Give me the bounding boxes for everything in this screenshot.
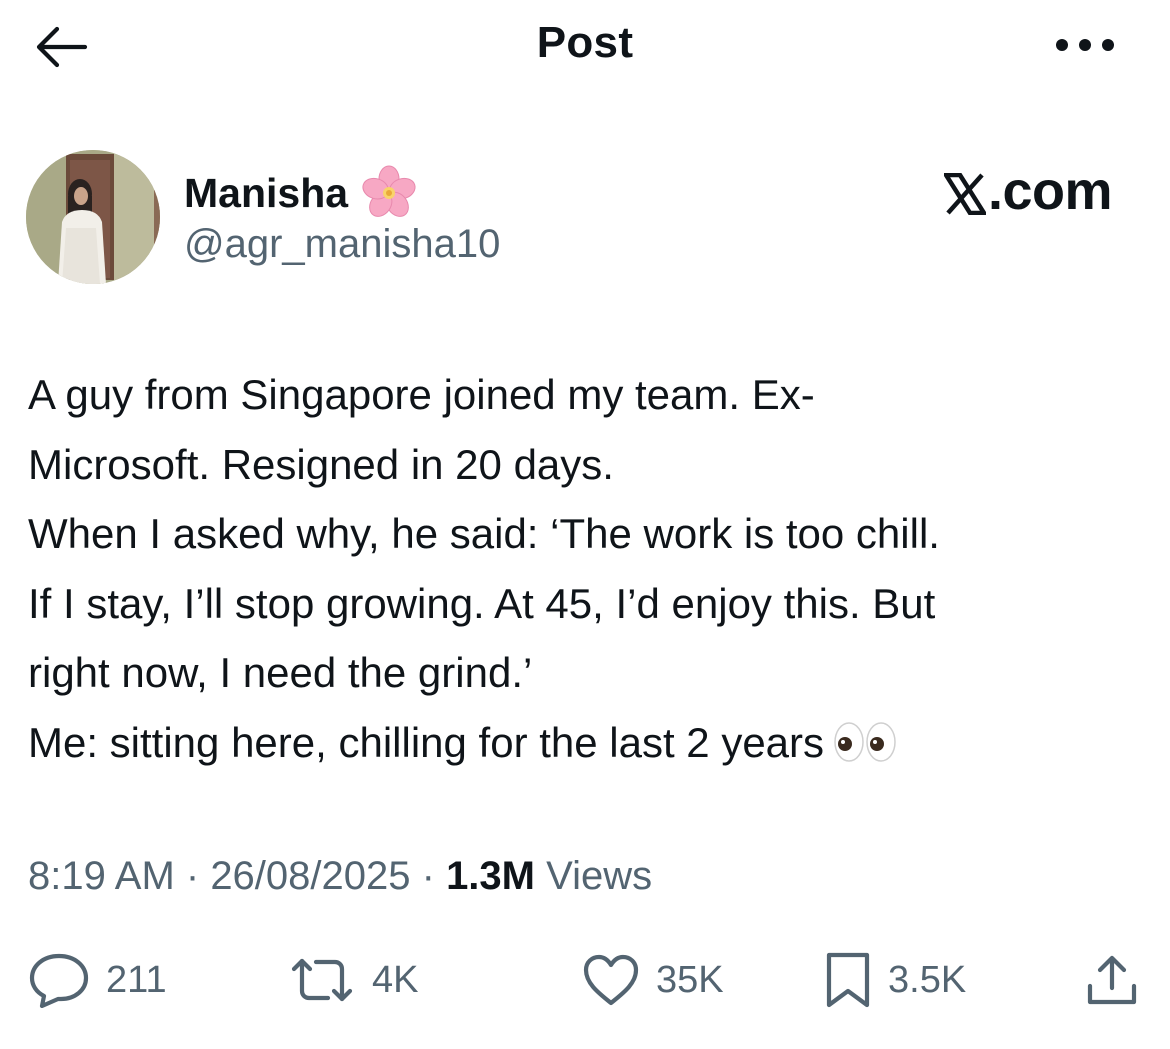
more-options-button[interactable]	[1052, 30, 1118, 60]
bookmark-button[interactable]: 3.5K	[824, 950, 966, 1010]
reply-button[interactable]: 211	[28, 950, 167, 1010]
bookmark-icon	[826, 952, 870, 1008]
eyes-icon	[834, 721, 896, 762]
repost-count: 4K	[372, 958, 419, 1001]
tweet-line-text: Me: sitting here, chilling for the last …	[28, 718, 825, 766]
repost-button[interactable]: 4K	[288, 950, 418, 1010]
avatar-photo	[26, 150, 160, 284]
bookmark-count: 3.5K	[888, 958, 967, 1001]
more-horizontal-icon	[1056, 39, 1114, 51]
meta-separator: ·	[174, 854, 211, 898]
heart-icon	[583, 954, 639, 1006]
views-label: Views	[546, 854, 653, 898]
like-count: 35K	[656, 958, 724, 1001]
tweet-line: A guy from Singapore joined my team. Ex-	[28, 371, 815, 418]
author-name[interactable]: Manisha	[184, 164, 418, 222]
cherry-blossom-icon	[362, 165, 416, 217]
avatar[interactable]	[26, 150, 160, 284]
author-name-text: Manisha	[184, 169, 349, 216]
tweet-line: If I stay, I’ll stop growing. At 45, I’d…	[28, 579, 936, 627]
tweet-text: A guy from Singapore joined my team. Ex-…	[28, 360, 1153, 777]
share-button[interactable]	[1082, 950, 1142, 1010]
reply-count: 211	[106, 958, 167, 1001]
author-handle[interactable]: @agr_manisha10	[184, 222, 500, 267]
reply-icon	[29, 953, 89, 1008]
meta-separator: ·	[410, 854, 447, 898]
x-logo-icon	[943, 173, 986, 215]
tweet-line: Microsoft. Resigned in 20 days.	[28, 440, 614, 488]
watermark-text: .com	[987, 161, 1113, 221]
views-count: 1.3M	[446, 854, 535, 898]
post-time[interactable]: 8:19 AM	[28, 854, 175, 898]
post-date[interactable]: 26/08/2025	[210, 854, 410, 898]
tweet-line: right now, I need the grind.’	[28, 649, 533, 696]
tweet-line: When I asked why, he said: ‘The work is …	[28, 510, 940, 557]
post-meta: 8:19 AM · 26/08/2025 · 1.3M Views	[28, 854, 652, 899]
page-title: Post	[536, 18, 634, 67]
like-button[interactable]: 35K	[582, 950, 724, 1010]
repost-icon	[291, 958, 353, 1002]
x-com-watermark: .com	[943, 160, 1113, 222]
tweet-line-last: Me: sitting here, chilling for the last …	[28, 708, 1153, 778]
share-icon	[1087, 955, 1137, 1005]
